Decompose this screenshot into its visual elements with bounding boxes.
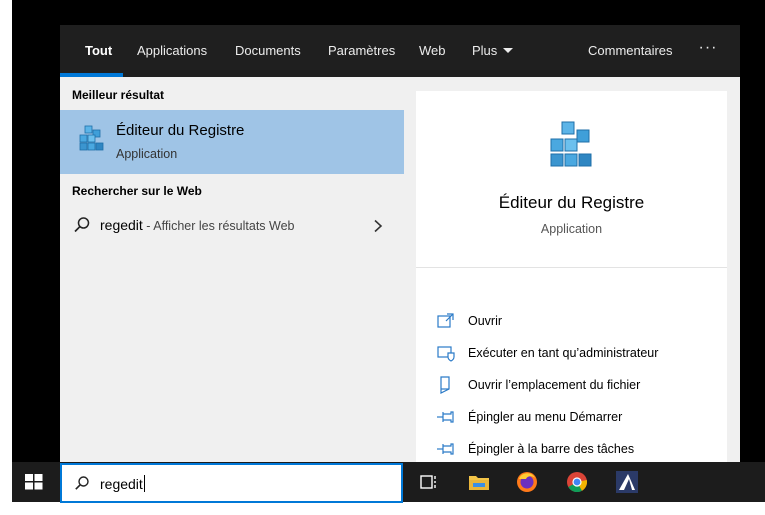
chevron-right-icon	[374, 219, 383, 233]
open-action[interactable]: Ouvrir	[436, 310, 716, 334]
best-match-subtitle: Application	[116, 147, 178, 161]
pin-icon	[437, 443, 454, 455]
web-search-hint: - Afficher les résultats Web	[142, 219, 295, 233]
search-window: Tout Applications Documents Paramètres W…	[60, 25, 740, 463]
divider	[416, 267, 727, 268]
run-as-admin-label: Exécuter en tant qu’administrateur	[468, 346, 659, 360]
text-caret	[143, 475, 145, 492]
search-tab-bar: Tout Applications Documents Paramètres W…	[60, 25, 740, 77]
search-icon	[74, 217, 90, 233]
open-icon	[437, 313, 454, 328]
caret-down-icon	[503, 48, 514, 53]
feedback-button[interactable]: Commentaires	[588, 25, 673, 77]
run-as-admin-action[interactable]: Exécuter en tant qu’administrateur	[436, 342, 716, 366]
app-icon[interactable]	[615, 470, 639, 494]
open-label: Ouvrir	[468, 314, 503, 328]
file-explorer-icon[interactable]	[467, 470, 491, 494]
task-view-icon[interactable]	[416, 470, 440, 494]
results-pane: Meilleur résultat Éditeur du Registre Ap…	[60, 77, 404, 463]
more-options-button[interactable]: ···	[698, 25, 718, 77]
best-match-title: Éditeur du Registre	[116, 122, 245, 139]
admin-shield-icon	[437, 346, 455, 362]
preview-title: Éditeur du Registre	[498, 193, 645, 212]
pin-to-start-action[interactable]: Épingler au menu Démarrer	[436, 406, 716, 430]
tab-more-label: Plus	[472, 43, 498, 58]
pin-to-taskbar-label: Épingler à la barre des tâches	[468, 442, 635, 456]
search-icon	[75, 476, 89, 490]
taskbar: regedit	[12, 462, 765, 503]
best-match-heading: Meilleur résultat	[72, 88, 165, 102]
tab-applications[interactable]: Applications	[137, 25, 207, 77]
web-search-result[interactable]: regedit - Afficher les résultats Web	[60, 210, 404, 242]
firefox-icon[interactable]	[515, 470, 539, 494]
pin-icon	[437, 411, 454, 423]
windows-start-icon[interactable]	[24, 473, 44, 491]
chrome-icon[interactable]	[565, 470, 589, 494]
web-search-query: regedit	[100, 217, 143, 233]
open-file-location-action[interactable]: Ouvrir l’emplacement du fichier	[436, 374, 716, 398]
preview-pane: Éditeur du Registre Application Ouvrir E…	[416, 91, 727, 463]
tab-more[interactable]: Plus	[472, 25, 514, 77]
best-match-result[interactable]: Éditeur du Registre Application	[60, 110, 404, 174]
pin-to-start-label: Épingler au menu Démarrer	[468, 410, 623, 424]
preview-subtitle: Application	[540, 222, 603, 236]
registry-editor-icon	[79, 125, 104, 151]
tab-settings[interactable]: Paramètres	[328, 25, 395, 77]
tab-documents[interactable]: Documents	[235, 25, 301, 77]
registry-editor-icon	[550, 121, 592, 167]
taskbar-search-box[interactable]: regedit	[60, 463, 403, 503]
tab-all[interactable]: Tout	[85, 25, 112, 77]
file-location-icon	[440, 376, 450, 394]
open-file-location-label: Ouvrir l’emplacement du fichier	[468, 378, 641, 392]
taskbar-search-input[interactable]: regedit	[100, 476, 143, 492]
web-search-heading: Rechercher sur le Web	[72, 184, 202, 198]
pin-to-taskbar-action[interactable]: Épingler à la barre des tâches	[436, 438, 716, 462]
tab-web[interactable]: Web	[419, 25, 446, 77]
